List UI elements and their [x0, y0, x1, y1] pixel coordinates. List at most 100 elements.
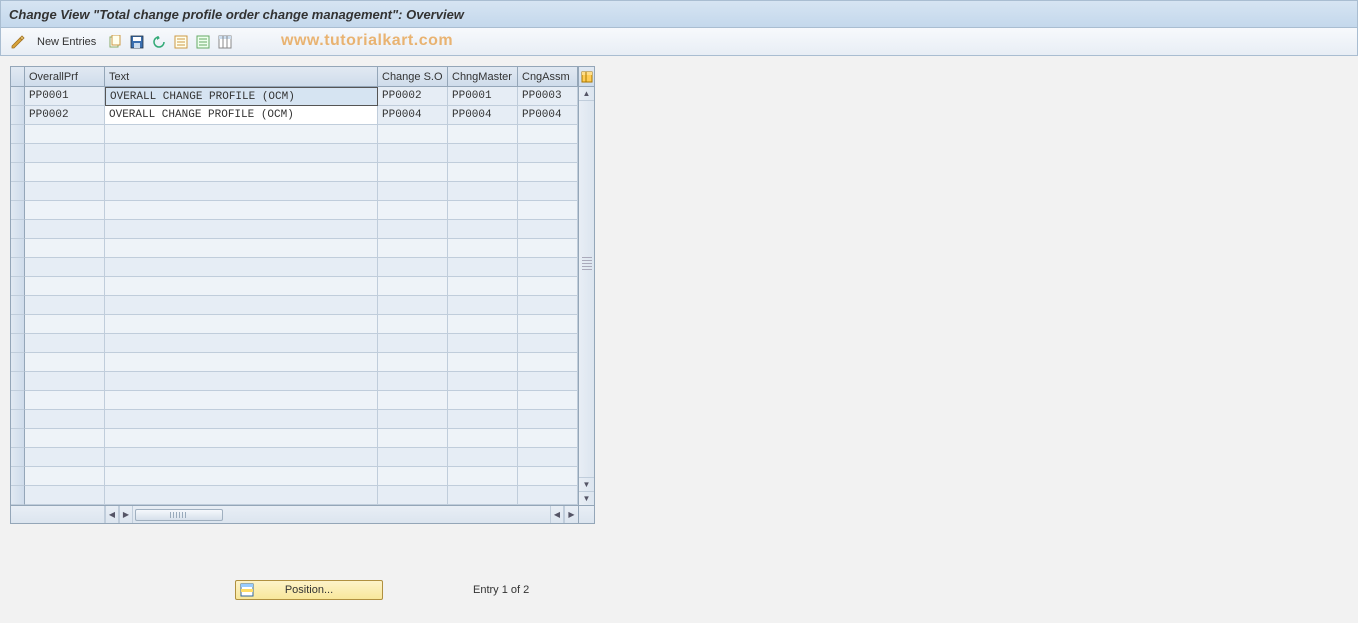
cell-chngmaster[interactable] [448, 410, 518, 429]
cell-overallprf[interactable] [25, 201, 105, 220]
scroll-right-end-icon[interactable]: ▶ [564, 506, 578, 523]
cell-overallprf[interactable] [25, 144, 105, 163]
copy-icon[interactable] [106, 33, 124, 51]
cell-overallprf[interactable] [25, 163, 105, 182]
row-selector[interactable] [11, 334, 25, 353]
cell-text[interactable] [105, 163, 378, 182]
table-row[interactable] [11, 277, 578, 296]
cell-changeso[interactable] [378, 372, 448, 391]
cell-changeso[interactable] [378, 182, 448, 201]
cell-text[interactable] [105, 125, 378, 144]
cell-chngmaster[interactable] [448, 201, 518, 220]
col-header-text[interactable]: Text [105, 67, 378, 86]
cell-text[interactable] [105, 239, 378, 258]
table-row[interactable] [11, 296, 578, 315]
cell-text[interactable] [105, 182, 378, 201]
cell-overallprf[interactable] [25, 125, 105, 144]
row-selector[interactable] [11, 239, 25, 258]
cell-cngassm[interactable] [518, 277, 578, 296]
configure-columns-icon[interactable] [579, 67, 594, 87]
cell-text[interactable] [105, 467, 378, 486]
cell-chngmaster[interactable] [448, 296, 518, 315]
cell-cngassm[interactable] [518, 125, 578, 144]
row-selector[interactable] [11, 220, 25, 239]
cell-cngassm[interactable] [518, 391, 578, 410]
table-row[interactable] [11, 353, 578, 372]
cell-text[interactable] [105, 410, 378, 429]
cell-overallprf[interactable] [25, 429, 105, 448]
cell-chngmaster[interactable] [448, 182, 518, 201]
cell-text[interactable] [105, 144, 378, 163]
cell-cngassm[interactable] [518, 220, 578, 239]
row-selector-header[interactable] [11, 67, 25, 86]
cell-overallprf[interactable] [25, 486, 105, 505]
table-row[interactable]: PP0002OVERALL CHANGE PROFILE (OCM)PP0004… [11, 106, 578, 125]
scroll-right-step-icon[interactable]: ▶ [119, 506, 133, 523]
cell-changeso[interactable] [378, 429, 448, 448]
table-row[interactable] [11, 334, 578, 353]
cell-cngassm[interactable] [518, 410, 578, 429]
cell-chngmaster[interactable] [448, 277, 518, 296]
cell-text[interactable] [105, 201, 378, 220]
cell-changeso[interactable] [378, 448, 448, 467]
cell-changeso[interactable] [378, 277, 448, 296]
row-selector[interactable] [11, 410, 25, 429]
scroll-up-icon[interactable]: ▲ [579, 87, 594, 101]
row-selector[interactable] [11, 277, 25, 296]
cell-text[interactable] [105, 486, 378, 505]
row-selector[interactable] [11, 315, 25, 334]
table-row[interactable] [11, 239, 578, 258]
scroll-down-icon[interactable]: ▼ [579, 477, 594, 491]
table-row[interactable] [11, 125, 578, 144]
cell-cngassm[interactable] [518, 182, 578, 201]
cell-changeso[interactable] [378, 315, 448, 334]
table-row[interactable] [11, 448, 578, 467]
cell-text[interactable] [105, 296, 378, 315]
cell-cngassm[interactable] [518, 486, 578, 505]
cell-changeso[interactable] [378, 220, 448, 239]
position-button[interactable]: Position... [235, 580, 383, 600]
cell-text[interactable] [105, 334, 378, 353]
col-header-cngassm[interactable]: CngAssm [518, 67, 578, 86]
cell-chngmaster[interactable] [448, 429, 518, 448]
cell-text[interactable] [105, 220, 378, 239]
cell-cngassm[interactable] [518, 163, 578, 182]
cell-chngmaster[interactable] [448, 334, 518, 353]
vertical-scrollbar[interactable]: ▲ ▼ ▼ [578, 67, 594, 505]
cell-text[interactable] [105, 391, 378, 410]
cell-chngmaster[interactable] [448, 220, 518, 239]
table-row[interactable] [11, 486, 578, 505]
table-row[interactable] [11, 410, 578, 429]
table-row[interactable] [11, 220, 578, 239]
cell-changeso[interactable] [378, 163, 448, 182]
table-settings-icon[interactable] [216, 33, 234, 51]
scroll-left-icon[interactable]: ◀ [105, 506, 119, 523]
cell-overallprf[interactable] [25, 372, 105, 391]
cell-changeso[interactable] [378, 391, 448, 410]
cell-cngassm[interactable] [518, 239, 578, 258]
cell-overallprf[interactable] [25, 220, 105, 239]
row-selector[interactable] [11, 163, 25, 182]
cell-overallprf[interactable] [25, 353, 105, 372]
table-row[interactable] [11, 429, 578, 448]
undo-icon[interactable] [150, 33, 168, 51]
row-selector[interactable] [11, 182, 25, 201]
cell-changeso[interactable] [378, 296, 448, 315]
table-row[interactable] [11, 372, 578, 391]
row-selector[interactable] [11, 486, 25, 505]
cell-overallprf[interactable] [25, 182, 105, 201]
row-selector[interactable] [11, 448, 25, 467]
col-header-overallprf[interactable]: OverallPrf [25, 67, 105, 86]
horizontal-scrollbar[interactable]: ◀ ▶ ◀ ▶ [11, 505, 594, 523]
col-header-chngmaster[interactable]: ChngMaster [448, 67, 518, 86]
row-selector[interactable] [11, 296, 25, 315]
cell-cngassm[interactable] [518, 429, 578, 448]
cell-cngassm[interactable] [518, 372, 578, 391]
table-row[interactable] [11, 258, 578, 277]
col-header-changeso[interactable]: Change S.O [378, 67, 448, 86]
cell-chngmaster[interactable] [448, 125, 518, 144]
cell-text[interactable] [105, 429, 378, 448]
cell-overallprf[interactable] [25, 334, 105, 353]
scroll-left-end-icon[interactable]: ◀ [550, 506, 564, 523]
row-selector[interactable] [11, 391, 25, 410]
